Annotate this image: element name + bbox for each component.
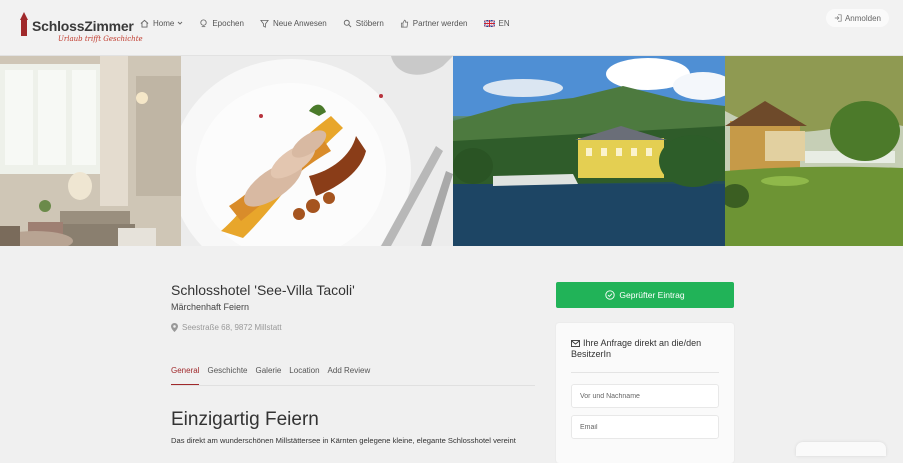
gallery-photo-garden[interactable] xyxy=(725,56,903,246)
tab-general[interactable]: General xyxy=(171,366,200,385)
login-label: Anmolden xyxy=(844,13,881,23)
nav-language-label: EN xyxy=(498,18,510,28)
chat-widget[interactable] xyxy=(796,442,886,456)
gallery-photo-dish[interactable] xyxy=(181,56,453,246)
tab-add-review[interactable]: Add Review xyxy=(328,366,371,385)
name-input[interactable] xyxy=(571,384,719,408)
sign-in-icon xyxy=(834,14,842,22)
site-header: SchlossZimmer Urlaub trifft Geschichte H… xyxy=(0,0,903,56)
listing-tabs: General Geschichte Galerie Location Add … xyxy=(171,366,535,386)
nav-item-language[interactable]: EN xyxy=(483,17,510,29)
listing-address: Seestraße 68, 9872 Millstatt xyxy=(171,323,282,332)
nav-item-neue-anwesen[interactable]: Neue Anwesen xyxy=(260,17,327,29)
email-input[interactable] xyxy=(571,415,719,439)
thumbs-up-icon xyxy=(400,19,408,27)
nav-item-partner-werden[interactable]: Partner werden xyxy=(400,17,468,29)
search-icon xyxy=(343,19,352,27)
site-logo[interactable]: SchlossZimmer Urlaub trifft Geschichte xyxy=(18,12,143,48)
form-divider xyxy=(571,372,719,373)
uk-flag-icon xyxy=(483,19,495,27)
nav-neue-anwesen-label: Neue Anwesen xyxy=(272,18,327,28)
nav-item-home[interactable]: Home xyxy=(140,17,183,29)
logo-text: SchlossZimmer xyxy=(32,18,134,34)
tab-galerie[interactable]: Galerie xyxy=(256,366,282,385)
tab-geschichte[interactable]: Geschichte xyxy=(207,366,247,385)
filter-icon xyxy=(260,19,269,28)
nav-item-epochen[interactable]: Epochen xyxy=(199,17,244,29)
contact-form-card: Ihre Anfrage direkt an die/den BesitzerI… xyxy=(556,323,734,463)
nav-item-stoebern[interactable]: Stöbern xyxy=(343,17,384,29)
contact-form-title-text: Ihre Anfrage direkt an die/den BesitzerI… xyxy=(571,338,702,359)
nav-stoebern-label: Stöbern xyxy=(355,18,384,28)
verified-label: Geprüfter Eintrag xyxy=(619,290,685,300)
verified-badge: Geprüfter Eintrag xyxy=(556,282,734,308)
main-nav: Home Epochen Neue Anwesen Stöbern Partne… xyxy=(140,17,526,29)
listing-subtitle: Märchenhaft Feiern xyxy=(171,302,250,312)
address-text: Seestraße 68, 9872 Millstatt xyxy=(182,323,282,332)
check-circle-icon xyxy=(605,290,616,300)
nav-home-label: Home xyxy=(153,18,175,28)
nav-epochen-label: Epochen xyxy=(212,18,244,28)
login-button[interactable]: Anmolden xyxy=(825,9,889,27)
epochs-icon xyxy=(200,18,207,27)
map-marker-icon xyxy=(171,323,178,332)
castle-tower-icon xyxy=(20,12,28,36)
section-heading: Einzigartig Feiern xyxy=(171,409,319,430)
tab-location[interactable]: Location xyxy=(289,366,319,385)
gallery-photo-lake-villa[interactable] xyxy=(453,56,725,246)
intro-paragraph: Das direkt am wunderschönen Millstätters… xyxy=(171,436,516,445)
contact-form-title: Ihre Anfrage direkt an die/den BesitzerI… xyxy=(571,338,721,360)
photo-gallery xyxy=(0,56,903,246)
listing-title: Schlosshotel 'See-Villa Tacoli' xyxy=(171,282,355,298)
logo-tagline: Urlaub trifft Geschichte xyxy=(58,35,143,43)
nav-partner-label: Partner werden xyxy=(412,18,468,28)
gallery-photo-lounge[interactable] xyxy=(0,56,181,246)
chevron-down-icon xyxy=(178,21,183,25)
envelope-icon xyxy=(571,340,580,347)
home-icon xyxy=(140,19,149,28)
